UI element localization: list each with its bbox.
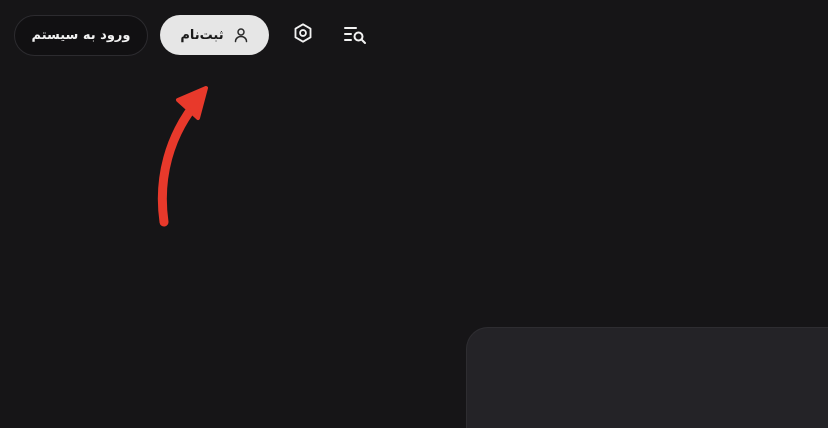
list-search-icon [342,24,368,50]
settings-button[interactable] [290,22,316,48]
arrow-head [176,86,208,120]
search-list-button[interactable] [340,22,370,52]
red-arrow-annotation [157,86,208,227]
signup-button[interactable]: ثبت‌نام [160,15,269,55]
login-button[interactable]: ورود به سیستم [14,15,148,56]
gear-icon [292,22,314,48]
login-button-label: ورود به سیستم [31,28,131,43]
user-icon [233,27,249,43]
signup-button-label: ثبت‌نام [180,27,224,43]
content-panel [466,327,828,428]
